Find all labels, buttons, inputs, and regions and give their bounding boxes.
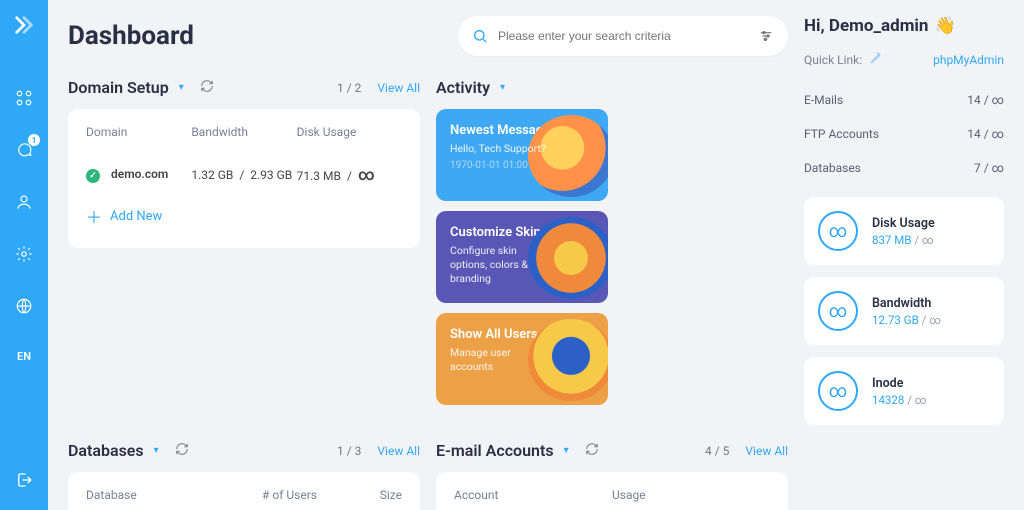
nav-settings-icon[interactable] <box>12 242 36 266</box>
infinity-icon: ∞ <box>818 211 858 251</box>
search-box[interactable] <box>458 16 788 56</box>
lang-label[interactable]: EN <box>17 350 31 363</box>
col-db: Database <box>86 488 262 502</box>
tile-subtitle: Configure skin options, colors & brandin… <box>450 244 550 287</box>
logout-icon[interactable] <box>12 468 36 492</box>
refresh-icon[interactable] <box>175 442 189 460</box>
domain-setup-card: Domain Bandwidth Disk Usage ✓ demo.com 1… <box>68 109 420 248</box>
domain-pager: 1 / 2 <box>337 81 361 95</box>
col-size: Size <box>332 488 402 502</box>
filter-icon[interactable] <box>758 28 774 44</box>
usage-disk[interactable]: ∞ Disk Usage 837 MB / ∞ <box>804 197 1004 265</box>
usage-inode[interactable]: ∞ Inode 14328 / ∞ <box>804 357 1004 425</box>
infinity-icon: ∞ <box>818 371 858 411</box>
domain-view-all[interactable]: View All <box>377 81 420 95</box>
chevron-down-icon[interactable]: ▾ <box>154 445 159 456</box>
domain-row[interactable]: ✓ demo.com 1.32 GB / 2.93 GB 71.3 MB / ∞ <box>86 155 402 194</box>
search-icon <box>472 28 488 44</box>
quick-link-target[interactable]: phpMyAdmin <box>933 53 1004 67</box>
infinity-icon: ∞ <box>818 291 858 331</box>
refresh-icon[interactable] <box>200 79 214 97</box>
activity-tile-message[interactable]: Newest Message Hello, Tech Support? 1970… <box>436 109 608 201</box>
usage-title: Inode <box>872 376 927 391</box>
emails-card: Account Usage demo_admin 0 B billing@dem… <box>436 472 788 510</box>
plus-icon: ＋ <box>86 204 102 228</box>
stat-emails: E-Mails14 / ∞ <box>804 83 1004 117</box>
domain-disk: 71.3 MB / ∞ <box>297 165 402 184</box>
col-domain: Domain <box>86 125 191 139</box>
email-view-all[interactable]: View All <box>745 444 788 458</box>
emails-title: E-mail Accounts <box>436 441 554 460</box>
databases-card: Database # of Users Size demo_admin_foru… <box>68 472 420 510</box>
refresh-icon[interactable] <box>585 442 599 460</box>
col-disk: Disk Usage <box>297 125 402 139</box>
chevron-down-icon[interactable]: ▾ <box>500 82 505 93</box>
databases-title: Databases <box>68 441 144 460</box>
tile-date: 1970-01-01 01:00 <box>450 160 594 171</box>
wave-icon: 👋 <box>934 16 955 36</box>
col-bandwidth: Bandwidth <box>191 125 296 139</box>
logo[interactable] <box>13 14 35 40</box>
activity-tile-users[interactable]: Show All Users Manage user accounts <box>436 313 608 405</box>
usage-title: Bandwidth <box>872 296 941 311</box>
nav-user-icon[interactable] <box>12 190 36 214</box>
domain-add-new[interactable]: ＋ Add New <box>86 194 402 232</box>
domain-bandwidth: 1.32 GB / 2.93 GB <box>191 168 296 182</box>
col-users: # of Users <box>262 488 332 502</box>
chevron-down-icon[interactable]: ▾ <box>564 445 569 456</box>
greeting: Hi, Demo_admin 👋 <box>804 16 1004 36</box>
edit-icon[interactable] <box>870 52 882 67</box>
chevron-down-icon[interactable]: ▾ <box>179 82 184 93</box>
activity-tile-skin[interactable]: Customize Skin Configure skin options, c… <box>436 211 608 303</box>
nav-globe-icon[interactable] <box>12 294 36 318</box>
page-title: Dashboard <box>68 21 194 51</box>
stat-ftp: FTP Accounts14 / ∞ <box>804 117 1004 151</box>
col-usage: Usage <box>612 488 770 502</box>
activity-title: Activity <box>436 78 490 97</box>
tile-subtitle: Manage user accounts <box>450 346 550 374</box>
db-view-all[interactable]: View All <box>377 444 420 458</box>
search-input[interactable] <box>498 29 748 43</box>
nav-messages-icon[interactable]: 1 <box>12 138 36 162</box>
domain-setup-title: Domain Setup <box>68 78 169 97</box>
stat-db: Databases7 / ∞ <box>804 151 1004 185</box>
quick-link-label: Quick Link: <box>804 53 862 67</box>
email-pager: 4 / 5 <box>705 444 729 458</box>
domain-name: demo.com <box>111 167 168 181</box>
nav-dashboard-icon[interactable] <box>12 86 36 110</box>
usage-bandwidth[interactable]: ∞ Bandwidth 12.73 GB / ∞ <box>804 277 1004 345</box>
sidebar: 1 EN <box>0 0 48 510</box>
db-pager: 1 / 3 <box>337 444 361 458</box>
col-account: Account <box>454 488 612 502</box>
usage-title: Disk Usage <box>872 216 935 231</box>
tile-subtitle: Hello, Tech Support? <box>450 142 550 156</box>
status-ok-icon: ✓ <box>86 169 100 183</box>
